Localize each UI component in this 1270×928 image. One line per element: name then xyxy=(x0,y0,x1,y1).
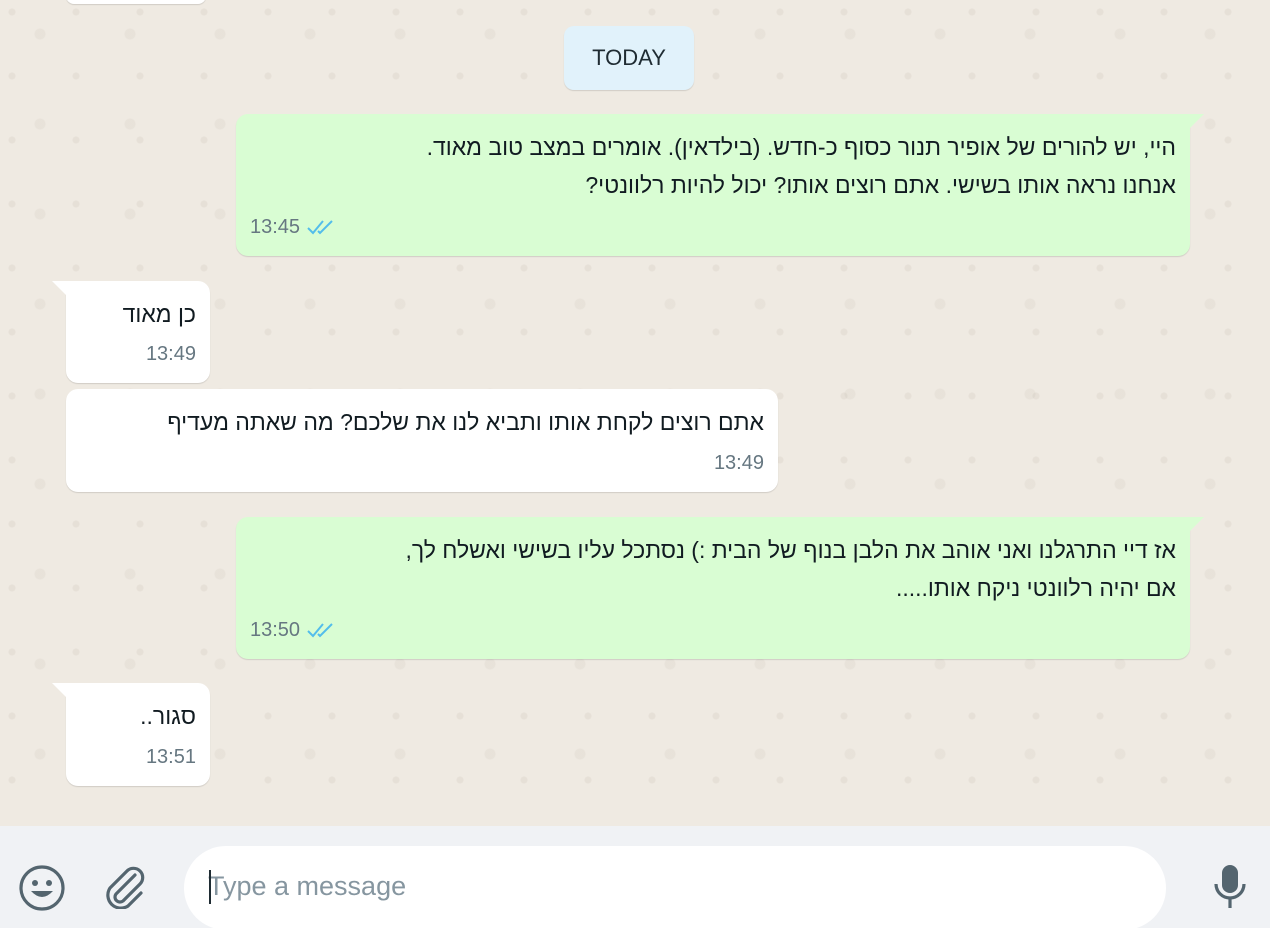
message-text: אתם רוצים לקחת אותו ותביא לנו את שלכם? מ… xyxy=(167,409,764,435)
message-meta: 13:45 xyxy=(250,208,336,246)
double-check-read-icon xyxy=(307,623,333,638)
message-meta: 13:49 xyxy=(146,335,196,373)
paperclip-icon xyxy=(106,866,145,909)
incoming-message[interactable]: כן מאוד 13:49 xyxy=(52,281,210,383)
voice-message-button[interactable] xyxy=(1204,861,1256,913)
message-time: 13:49 xyxy=(713,452,764,474)
message-meta: 13:50 xyxy=(250,611,336,649)
attach-button[interactable] xyxy=(98,860,150,912)
message-time: 13:50 xyxy=(250,619,301,641)
double-check-read-icon xyxy=(307,220,333,235)
date-divider: TODAY xyxy=(564,26,694,90)
message-input[interactable] xyxy=(208,866,1128,906)
message-time: 13:51 xyxy=(145,746,196,768)
chat-conversation-panel[interactable]: TODAY היי, יש להורים של אופיר תנור כסוף … xyxy=(0,0,1270,826)
microphone-icon xyxy=(1214,865,1246,908)
message-text: היי, יש להורים של אופיר תנור כסוף כ-חדש.… xyxy=(426,134,1176,198)
smiley-icon xyxy=(19,865,65,911)
incoming-message[interactable]: אתם רוצים לקחת אותו ותביא לנו את שלכם? מ… xyxy=(66,389,778,492)
outgoing-message[interactable]: היי, יש להורים של אופיר תנור כסוף כ-חדש.… xyxy=(236,114,1204,256)
previous-message-bubble xyxy=(66,0,206,4)
message-text: סגור.. xyxy=(140,703,196,729)
message-time: 13:45 xyxy=(250,216,301,238)
text-caret xyxy=(209,870,211,904)
message-meta: 13:49 xyxy=(714,444,764,482)
emoji-button[interactable] xyxy=(16,862,68,914)
message-input-box[interactable] xyxy=(184,846,1166,928)
message-text: אז דיי התרגלנו ואני אוהב את הלבן בנוף של… xyxy=(405,537,1177,601)
message-time: 13:49 xyxy=(145,343,196,365)
message-text: כן מאוד xyxy=(122,301,196,327)
incoming-message[interactable]: סגור.. 13:51 xyxy=(52,683,210,786)
outgoing-message[interactable]: אז דיי התרגלנו ואני אוהב את הלבן בנוף של… xyxy=(236,517,1204,659)
message-meta: 13:51 xyxy=(146,738,196,776)
